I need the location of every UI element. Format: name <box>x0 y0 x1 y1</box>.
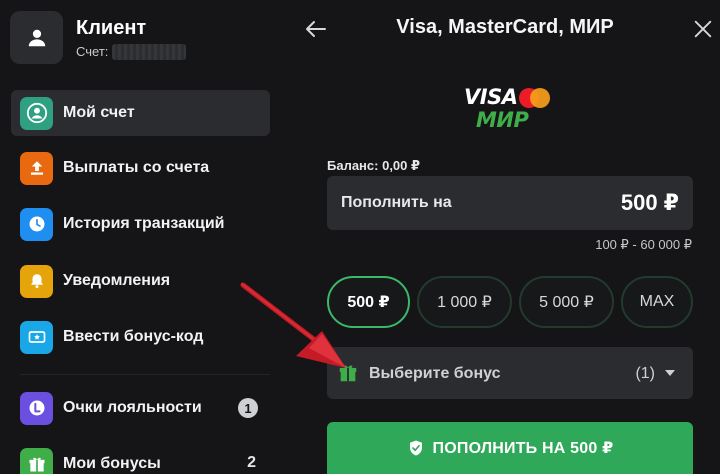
sidebar-item-label: Ввести бонус-код <box>63 328 204 345</box>
upload-icon <box>20 151 53 185</box>
deposit-panel: Visa, MasterCard, МИР VISA МИР Баланс: 0… <box>290 0 720 474</box>
clock-icon <box>20 207 53 241</box>
payment-logos: VISA МИР <box>462 84 562 134</box>
sidebar-item-notifications[interactable]: Уведомления <box>11 258 270 304</box>
gift-icon <box>339 365 357 382</box>
amount-range: 100 ₽ - 60 000 ₽ <box>595 237 692 252</box>
preset-chip-5000[interactable]: 5 000 ₽ <box>519 276 614 328</box>
visa-logo: VISA <box>464 85 518 109</box>
sidebar-item-bonus-code[interactable]: Ввести бонус-код <box>11 314 270 360</box>
sidebar-item-my-account[interactable]: Мой счет <box>11 90 270 136</box>
chevron-down-icon <box>665 370 675 376</box>
sidebar-item-loyalty-points[interactable]: Очки лояльности 1 <box>11 385 270 431</box>
account-sidebar: Клиент Счет: Мой счет Выплаты со счета И… <box>0 0 290 474</box>
profile-name: Клиент <box>76 16 147 39</box>
user-circle-icon <box>20 96 53 130</box>
account-number: Счет: <box>76 43 187 60</box>
sidebar-item-label: Мои бонусы <box>63 455 161 472</box>
sidebar-item-label: Уведомления <box>63 272 171 289</box>
bell-icon <box>20 264 53 298</box>
loyalty-icon <box>20 391 53 425</box>
amount-presets: 500 ₽ 1 000 ₽ 5 000 ₽ MAX <box>327 276 693 328</box>
amount-label: Пополнить на <box>341 194 452 211</box>
panel-header: Visa, MasterCard, МИР <box>290 0 720 58</box>
sidebar-item-label: Выплаты со счета <box>63 159 210 176</box>
submit-label: ПОПОЛНИТЬ НА 500 ₽ <box>432 440 614 457</box>
bonus-count: (1) <box>635 365 655 382</box>
sidebar-item-label: Очки лояльности <box>63 399 202 416</box>
sidebar-item-transaction-history[interactable]: История транзакций <box>11 201 270 247</box>
sidebar-item-my-bonuses[interactable]: Мои бонусы 2 <box>11 441 270 474</box>
amount-input[interactable]: Пополнить на 500 ₽ <box>327 176 693 230</box>
panel-title: Visa, MasterCard, МИР <box>396 16 614 38</box>
bonus-select[interactable]: Выберите бонус (1) <box>327 347 693 399</box>
user-icon <box>28 29 45 46</box>
profile-header: Клиент Счет: <box>10 11 187 64</box>
menu-divider <box>20 374 270 375</box>
loyalty-badge: 1 <box>238 398 258 418</box>
shield-check-icon <box>409 440 422 456</box>
bonus-select-label: Выберите бонус <box>369 365 501 382</box>
balance-text: Баланс: 0,00 ₽ <box>327 158 421 173</box>
sidebar-item-withdrawals[interactable]: Выплаты со счета <box>11 145 270 191</box>
preset-chip-1000[interactable]: 1 000 ₽ <box>417 276 512 328</box>
amount-value[interactable]: 500 ₽ <box>621 190 679 216</box>
gift-icon <box>20 447 53 474</box>
ticket-icon <box>20 320 53 354</box>
deposit-submit-button[interactable]: ПОПОЛНИТЬ НА 500 ₽ <box>327 422 693 474</box>
mir-logo: МИР <box>476 108 529 132</box>
account-label: Счет: <box>76 44 109 59</box>
sidebar-item-label: Мой счет <box>63 104 135 121</box>
mastercard-logo-circle <box>530 88 550 108</box>
bonuses-count: 2 <box>247 454 256 471</box>
avatar[interactable] <box>10 11 63 64</box>
account-number-redacted <box>112 43 187 60</box>
sidebar-item-label: История транзакций <box>63 215 225 232</box>
preset-chip-max[interactable]: MAX <box>621 276 693 328</box>
close-icon[interactable] <box>692 18 714 40</box>
preset-chip-500[interactable]: 500 ₽ <box>327 276 410 328</box>
